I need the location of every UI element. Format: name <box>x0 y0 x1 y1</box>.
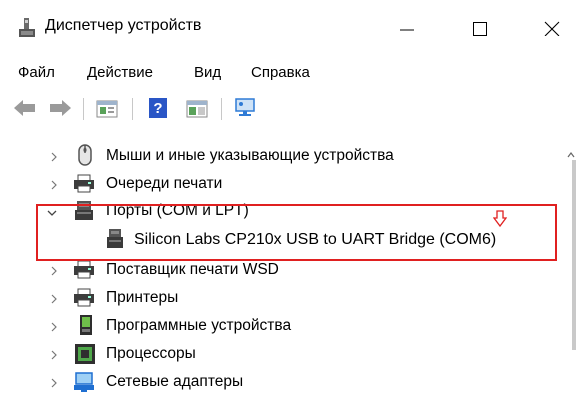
forward-arrow-icon[interactable] <box>47 96 73 120</box>
maximize-icon <box>473 22 487 36</box>
tree-item-print-queues[interactable]: Очереди печати <box>0 170 560 198</box>
highlight-box <box>36 204 557 261</box>
show-hide-console-tree-icon[interactable] <box>184 96 210 120</box>
menu-help[interactable]: Справка <box>251 64 310 81</box>
processor-icon <box>74 343 96 365</box>
tree-item-label: Принтеры <box>106 289 179 306</box>
minimize-button[interactable] <box>385 12 429 46</box>
device-manager-icon <box>18 18 36 38</box>
chevron-right-icon[interactable] <box>48 292 60 304</box>
chevron-right-icon[interactable] <box>48 150 60 162</box>
chevron-right-icon[interactable] <box>48 348 60 360</box>
down-arrow-icon <box>492 210 508 228</box>
tree-item-label: Очереди печати <box>106 175 223 192</box>
toolbar: ? <box>0 88 578 130</box>
close-icon <box>544 21 560 36</box>
tree-item-network-adapters[interactable]: Сетевые адаптеры <box>0 368 560 396</box>
tree-item-mice[interactable]: Мыши и иные указывающие устройства <box>0 142 560 170</box>
scroll-up-icon[interactable] <box>565 148 577 160</box>
toolbar-separator <box>221 98 222 120</box>
chevron-right-icon[interactable] <box>48 178 60 190</box>
chevron-right-icon[interactable] <box>48 320 60 332</box>
scrollbar-thumb[interactable] <box>572 160 576 350</box>
maximize-button[interactable] <box>458 12 502 46</box>
close-button[interactable] <box>530 12 574 46</box>
minimize-icon <box>400 29 414 31</box>
tree-item-label: Мыши и иные указывающие устройства <box>106 147 394 164</box>
tree-item-printers[interactable]: Принтеры <box>0 284 560 312</box>
printer-icon <box>73 173 95 195</box>
menu-action[interactable]: Действие <box>87 64 153 81</box>
title-bar: Диспетчер устройств <box>0 0 578 58</box>
menu-view[interactable]: Вид <box>194 64 221 81</box>
scan-hardware-icon[interactable] <box>232 96 258 120</box>
properties-icon[interactable] <box>94 96 120 120</box>
svg-text:?: ? <box>153 100 162 117</box>
toolbar-separator <box>83 98 84 120</box>
chevron-right-icon[interactable] <box>48 264 60 276</box>
toolbar-separator <box>132 98 133 120</box>
software-device-icon <box>76 314 98 336</box>
tree-item-software-devices[interactable]: Программные устройства <box>0 312 560 340</box>
window-title: Диспетчер устройств <box>45 17 202 34</box>
tree-item-label: Поставщик печати WSD <box>106 261 279 278</box>
tree-item-label: Сетевые адаптеры <box>106 373 244 390</box>
printer-icon <box>73 287 95 309</box>
help-icon[interactable]: ? <box>146 96 172 120</box>
mouse-icon <box>74 144 96 166</box>
network-adapter-icon <box>73 371 95 393</box>
printer-icon <box>73 259 95 281</box>
back-arrow-icon[interactable] <box>12 96 38 120</box>
chevron-right-icon[interactable] <box>48 376 60 388</box>
tree-item-label: Процессоры <box>106 345 196 362</box>
tree-item-processors[interactable]: Процессоры <box>0 340 560 368</box>
menu-bar: Файл Действие Вид Справка <box>0 58 578 88</box>
tree-item-label: Программные устройства <box>106 317 292 334</box>
menu-file[interactable]: Файл <box>18 64 55 81</box>
